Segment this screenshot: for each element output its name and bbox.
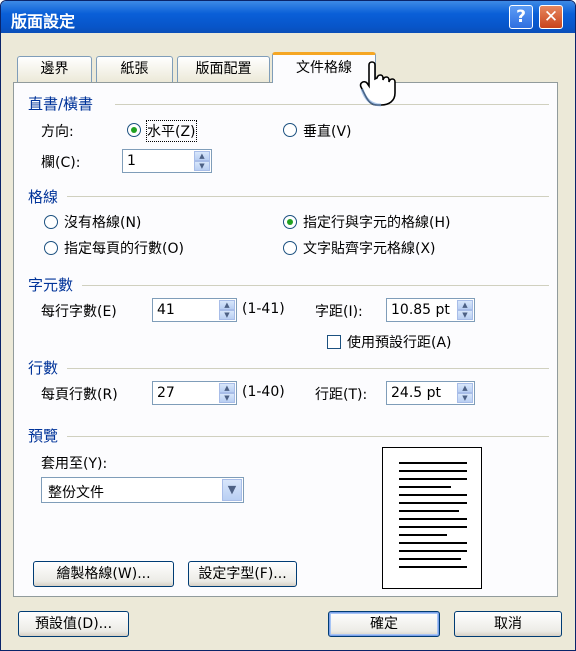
- preview-line: [399, 542, 467, 544]
- preview-separator: [67, 436, 549, 437]
- spin-up-icon[interactable]: ▲: [457, 300, 473, 310]
- lines-and-chars-grid-radio[interactable]: [283, 215, 297, 229]
- grid-section-title: 格線: [28, 188, 59, 206]
- columns-value: 1: [127, 153, 136, 169]
- tab-layout[interactable]: 版面配置: [177, 56, 270, 82]
- default-button[interactable]: 預設值(D)...: [18, 611, 129, 637]
- line-pitch-stepper[interactable]: 24.5 pt ▲ ▼: [386, 381, 475, 405]
- vertical-label[interactable]: 垂直(V): [303, 121, 352, 141]
- tab-paper[interactable]: 紙張: [96, 56, 173, 82]
- preview-line: [399, 566, 467, 568]
- ok-button[interactable]: 確定: [328, 611, 440, 637]
- preview-line: [399, 558, 461, 560]
- line-pitch-label: 行距(T):: [315, 387, 368, 403]
- preview-line: [399, 502, 467, 504]
- columns-label: 欄(C):: [41, 155, 81, 171]
- horizontal-radio[interactable]: [127, 123, 141, 137]
- window-title: 版面設定: [11, 12, 76, 31]
- chars-section-title: 字元數: [28, 276, 74, 294]
- hand-cursor-icon: [359, 61, 396, 107]
- lines-per-page-stepper[interactable]: 27 ▲ ▼: [152, 381, 237, 405]
- preview-line: [399, 550, 467, 552]
- preview-line: [399, 526, 467, 528]
- char-pitch-stepper[interactable]: 10.85 pt ▲ ▼: [386, 298, 475, 322]
- chevron-down-icon[interactable]: ▼: [222, 479, 242, 501]
- preview-line: [399, 462, 467, 464]
- spin-up-icon[interactable]: ▲: [194, 151, 210, 161]
- preview-line: [399, 518, 467, 520]
- spin-down-icon[interactable]: ▼: [457, 310, 473, 320]
- direction-section-title: 直書/橫書: [28, 95, 94, 113]
- chars-per-line-range: (1-41): [242, 301, 285, 317]
- apply-to-label: 套用至(Y):: [41, 456, 108, 472]
- lines-only-grid-radio[interactable]: [44, 241, 58, 255]
- lines-per-page-value: 27: [157, 385, 175, 401]
- preview-line: [399, 486, 451, 488]
- page-preview: [382, 447, 482, 589]
- spin-down-icon[interactable]: ▼: [219, 310, 235, 320]
- spin-up-icon[interactable]: ▲: [219, 383, 235, 393]
- lines-separator: [67, 368, 549, 369]
- no-grid-radio[interactable]: [44, 215, 58, 229]
- spin-down-icon[interactable]: ▼: [194, 161, 210, 171]
- page-setup-dialog: 版面設定 ? ✕ 邊界 紙張 版面配置 文件格線 直書/橫書 方向: 水平(Z)…: [0, 0, 576, 651]
- help-button[interactable]: ?: [509, 5, 533, 29]
- default-pitch-checkbox[interactable]: [327, 335, 341, 349]
- lines-per-page-range: (1-40): [242, 384, 285, 400]
- spin-down-icon[interactable]: ▼: [219, 393, 235, 403]
- grid-separator: [67, 196, 549, 197]
- default-pitch-label[interactable]: 使用預設行距(A): [347, 332, 452, 352]
- chars-per-line-label: 每行字數(E): [41, 304, 117, 320]
- vertical-radio[interactable]: [283, 123, 297, 137]
- lines-only-grid-label[interactable]: 指定每頁的行數(O): [64, 238, 184, 258]
- line-pitch-value: 24.5 pt: [391, 385, 441, 401]
- preview-line: [399, 470, 467, 472]
- horizontal-label[interactable]: 水平(Z): [146, 120, 197, 142]
- preview-line: [399, 510, 459, 512]
- preview-section-title: 預覽: [28, 427, 59, 445]
- columns-stepper[interactable]: 1 ▲ ▼: [122, 149, 212, 173]
- lines-section-title: 行數: [28, 359, 59, 377]
- apply-to-select[interactable]: 整份文件 ▼: [41, 477, 244, 503]
- preview-line: [399, 534, 447, 536]
- title-bar[interactable]: 版面設定 ? ✕: [1, 1, 575, 33]
- cancel-button[interactable]: 取消: [454, 611, 562, 637]
- chars-per-line-stepper[interactable]: 41 ▲ ▼: [152, 298, 237, 322]
- snap-to-char-grid-label[interactable]: 文字貼齊字元格線(X): [303, 238, 436, 258]
- lines-and-chars-grid-label[interactable]: 指定行與字元的格線(H): [303, 212, 450, 232]
- orientation-label: 方向:: [41, 124, 74, 140]
- spin-down-icon[interactable]: ▼: [457, 393, 473, 403]
- apply-to-value: 整份文件: [48, 485, 104, 501]
- tab-margins[interactable]: 邊界: [17, 56, 92, 82]
- no-grid-label[interactable]: 沒有格線(N): [64, 212, 141, 232]
- chars-per-line-value: 41: [157, 302, 175, 318]
- set-font-button[interactable]: 設定字型(F)...: [188, 561, 297, 587]
- snap-to-char-grid-radio[interactable]: [283, 241, 297, 255]
- lines-per-page-label: 每頁行數(R): [41, 387, 118, 403]
- preview-line: [399, 478, 467, 480]
- close-button[interactable]: ✕: [539, 5, 563, 29]
- char-pitch-value: 10.85 pt: [391, 302, 450, 318]
- char-pitch-label: 字距(I):: [315, 304, 363, 320]
- preview-line: [399, 494, 467, 496]
- spin-up-icon[interactable]: ▲: [457, 383, 473, 393]
- spin-up-icon[interactable]: ▲: [219, 300, 235, 310]
- chars-separator: [82, 285, 549, 286]
- direction-separator: [115, 104, 549, 105]
- draw-grid-button[interactable]: 繪製格線(W)...: [33, 561, 174, 587]
